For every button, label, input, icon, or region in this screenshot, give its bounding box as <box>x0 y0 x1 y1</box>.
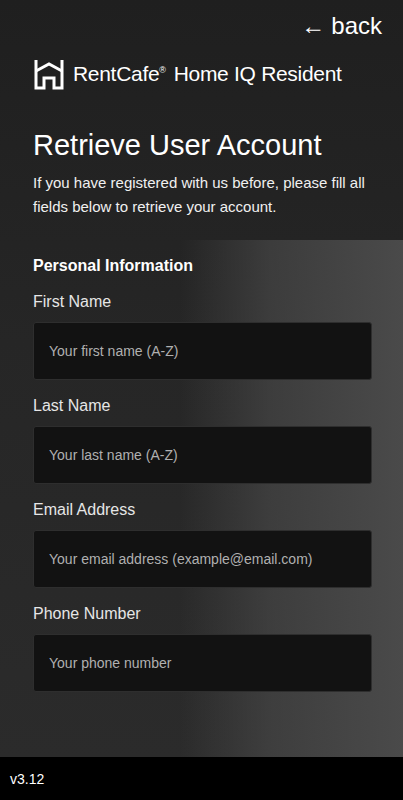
footer-bar: v3.12 <box>0 757 403 800</box>
top-bar: ← back <box>33 0 382 42</box>
text-input[interactable] <box>33 426 372 484</box>
field-label: First Name <box>33 293 372 311</box>
text-input[interactable] <box>33 530 372 588</box>
logo: RentCafe® Home IQ Resident <box>33 58 372 90</box>
logo-house-icon <box>33 58 65 90</box>
text-input[interactable] <box>33 634 372 692</box>
section-title: Personal Information <box>33 257 372 275</box>
text-input[interactable] <box>33 322 372 380</box>
retrieve-account-screen: ← back RentCafe® Home IQ Resident Retrie… <box>0 0 403 800</box>
main-area: ← back RentCafe® Home IQ Resident Retrie… <box>0 0 403 757</box>
form-field: First Name <box>33 293 372 380</box>
form-field: Last Name <box>33 397 372 484</box>
form-field: Phone Number <box>33 605 372 692</box>
form-field: Email Address <box>33 501 372 588</box>
back-label: back <box>331 12 382 40</box>
back-button[interactable]: ← back <box>301 10 382 42</box>
field-label: Last Name <box>33 397 372 415</box>
field-label: Phone Number <box>33 605 372 623</box>
version-label: v3.12 <box>10 771 44 787</box>
form-fields: First Name Last Name Email Address Phone… <box>33 293 372 692</box>
registered-mark: ® <box>159 65 165 75</box>
page-subtitle: If you have registered with us before, p… <box>33 171 372 219</box>
field-label: Email Address <box>33 501 372 519</box>
page-title: Retrieve User Account <box>33 128 372 163</box>
logo-product: Home IQ Resident <box>174 62 342 86</box>
logo-brand: RentCafe® <box>73 62 166 86</box>
back-arrow-icon: ← <box>301 12 325 40</box>
